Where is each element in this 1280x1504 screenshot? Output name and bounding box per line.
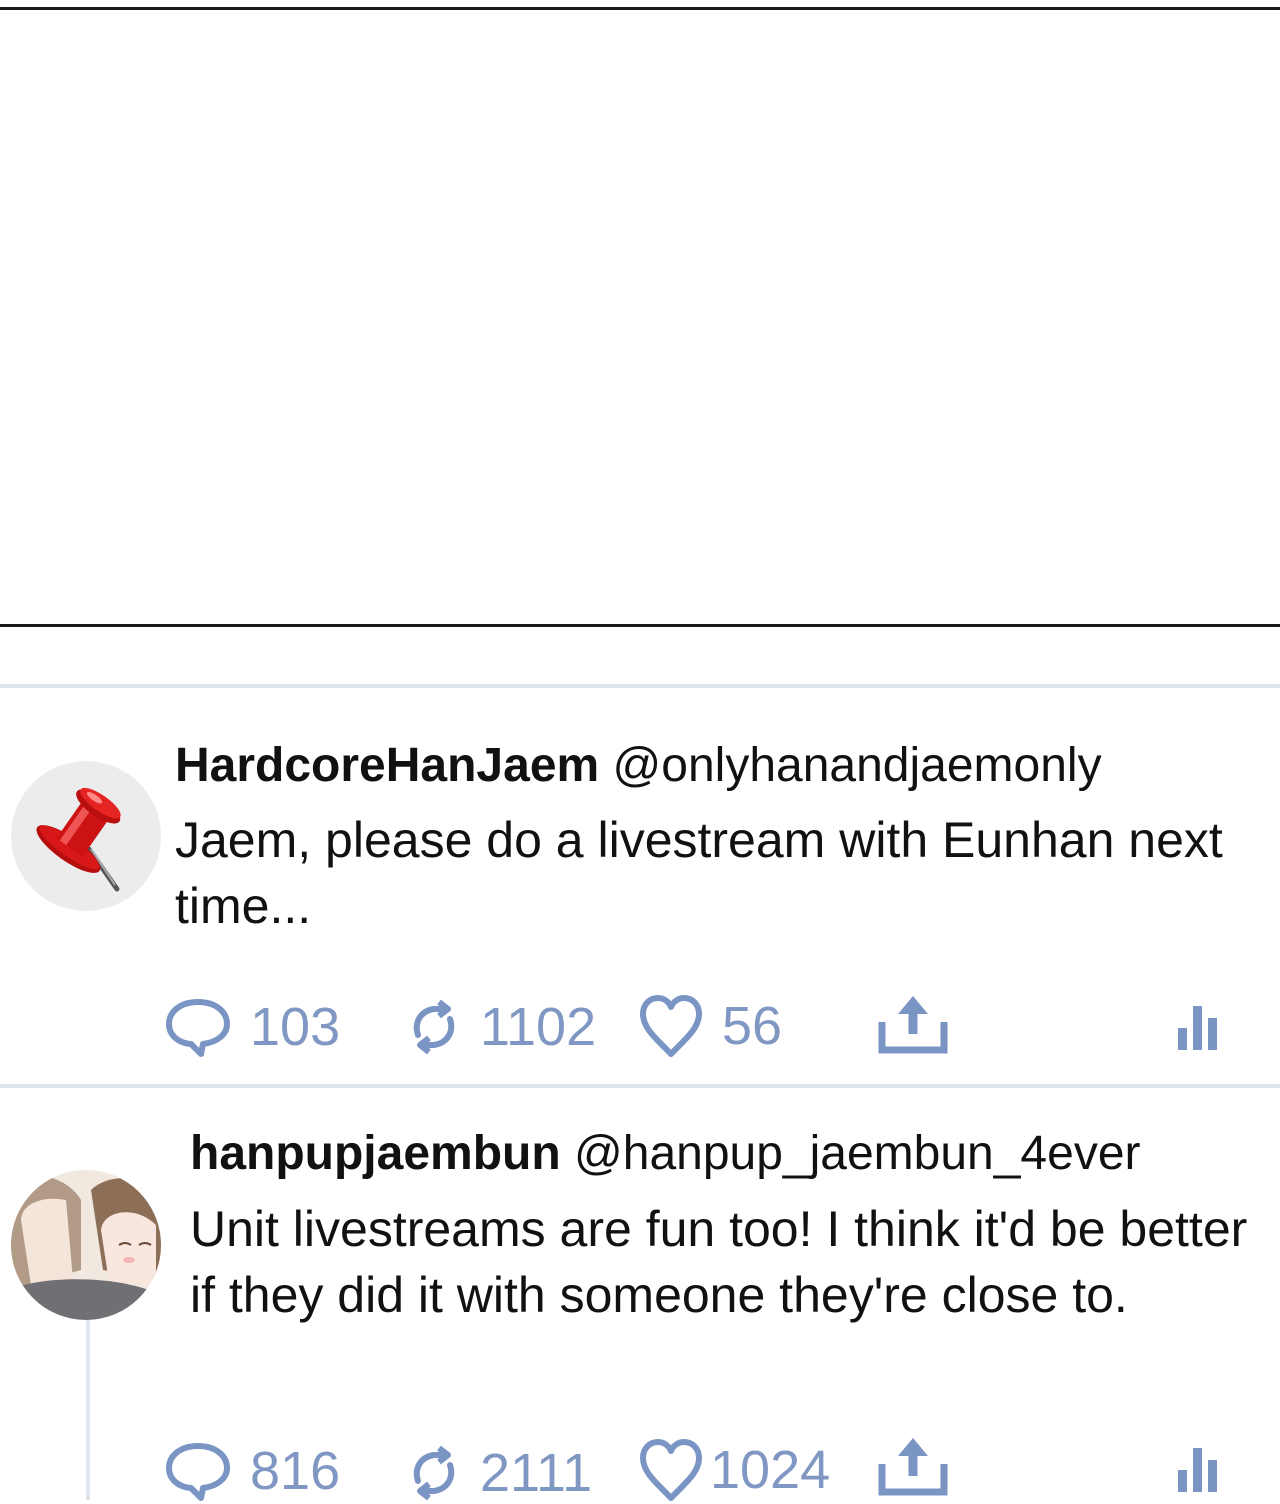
tweet-header: HardcoreHanJaem @onlyhanandjaemonly	[175, 738, 1102, 794]
analytics-icon	[1178, 1448, 1217, 1492]
analytics-icon	[1178, 1006, 1217, 1050]
illustrated-couple-avatar	[11, 1170, 161, 1320]
like-button[interactable]: 56	[638, 994, 782, 1058]
tweet-text: Jaem, please do a livestream with Eunhan…	[175, 812, 1223, 934]
retweet-button[interactable]: 1102	[406, 996, 596, 1058]
retweet-icon	[413, 1445, 455, 1501]
display-name[interactable]: hanpupjaembun	[190, 1127, 561, 1180]
reply-count: 103	[250, 997, 341, 1057]
reply-button[interactable]: 816	[164, 1440, 340, 1502]
tweet-divider	[0, 1084, 1280, 1088]
comic-panel-top-border	[0, 7, 1280, 10]
retweet-icon	[413, 999, 455, 1055]
user-handle[interactable]: @hanpup_jaembun_4ever	[574, 1127, 1140, 1180]
retweet-count: 2111	[480, 1443, 593, 1503]
like-button[interactable]: 1024	[638, 1438, 830, 1502]
comic-panel-bottom-border	[0, 624, 1280, 627]
heart-icon	[640, 1439, 702, 1501]
share-button[interactable]	[876, 1434, 950, 1498]
reply-count: 816	[250, 1441, 341, 1501]
display-name[interactable]: HardcoreHanJaem	[175, 739, 599, 792]
avatar[interactable]	[11, 761, 161, 911]
tweet-divider	[0, 684, 1280, 688]
tweet-header: hanpupjaembun @hanpup_jaembun_4ever	[190, 1126, 1141, 1182]
like-count: 1024	[710, 1440, 831, 1500]
user-handle[interactable]: @onlyhanandjaemonly	[613, 739, 1102, 792]
pushpin-icon	[36, 787, 121, 892]
retweet-count: 1102	[480, 997, 597, 1057]
heart-icon	[640, 995, 702, 1057]
reply-thread-line	[86, 1318, 90, 1500]
reply-icon	[166, 999, 230, 1057]
share-icon	[878, 1438, 948, 1496]
reply-icon	[166, 1443, 230, 1501]
share-button[interactable]	[876, 992, 950, 1056]
avatar[interactable]	[11, 1170, 161, 1320]
share-icon	[878, 996, 948, 1054]
retweet-button[interactable]: 2111	[406, 1442, 592, 1504]
analytics-button[interactable]	[1176, 1000, 1220, 1052]
analytics-button[interactable]	[1176, 1442, 1220, 1494]
tweet-text: Unit livestreams are fun too! I think it…	[190, 1201, 1248, 1323]
reply-button[interactable]: 103	[164, 996, 340, 1058]
like-count: 56	[722, 996, 783, 1056]
